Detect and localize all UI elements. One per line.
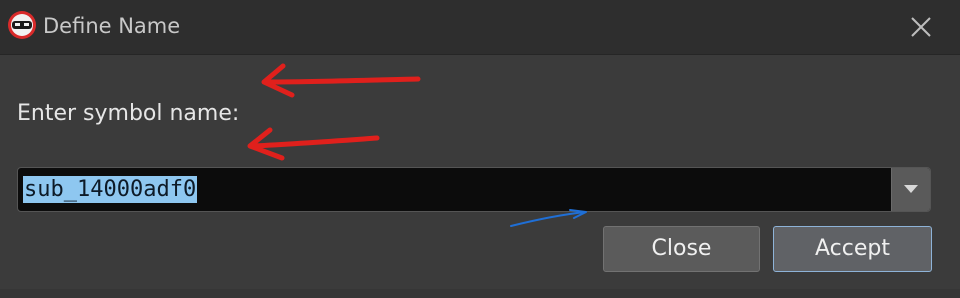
app-logo-icon bbox=[8, 11, 36, 39]
chevron-down-icon bbox=[904, 185, 918, 193]
symbol-name-combobox[interactable]: sub_14000adf0 bbox=[17, 167, 931, 212]
symbol-name-label: Enter symbol name: bbox=[17, 101, 240, 126]
window-title: Define Name bbox=[43, 14, 181, 38]
close-icon[interactable] bbox=[906, 12, 936, 42]
symbol-name-input[interactable]: sub_14000adf0 bbox=[23, 176, 198, 203]
title-bar: Define Name bbox=[0, 0, 960, 55]
background-window-edge bbox=[0, 289, 960, 298]
dropdown-button[interactable] bbox=[891, 168, 930, 211]
close-button[interactable]: Close bbox=[603, 226, 760, 272]
accept-button[interactable]: Accept bbox=[773, 226, 932, 272]
